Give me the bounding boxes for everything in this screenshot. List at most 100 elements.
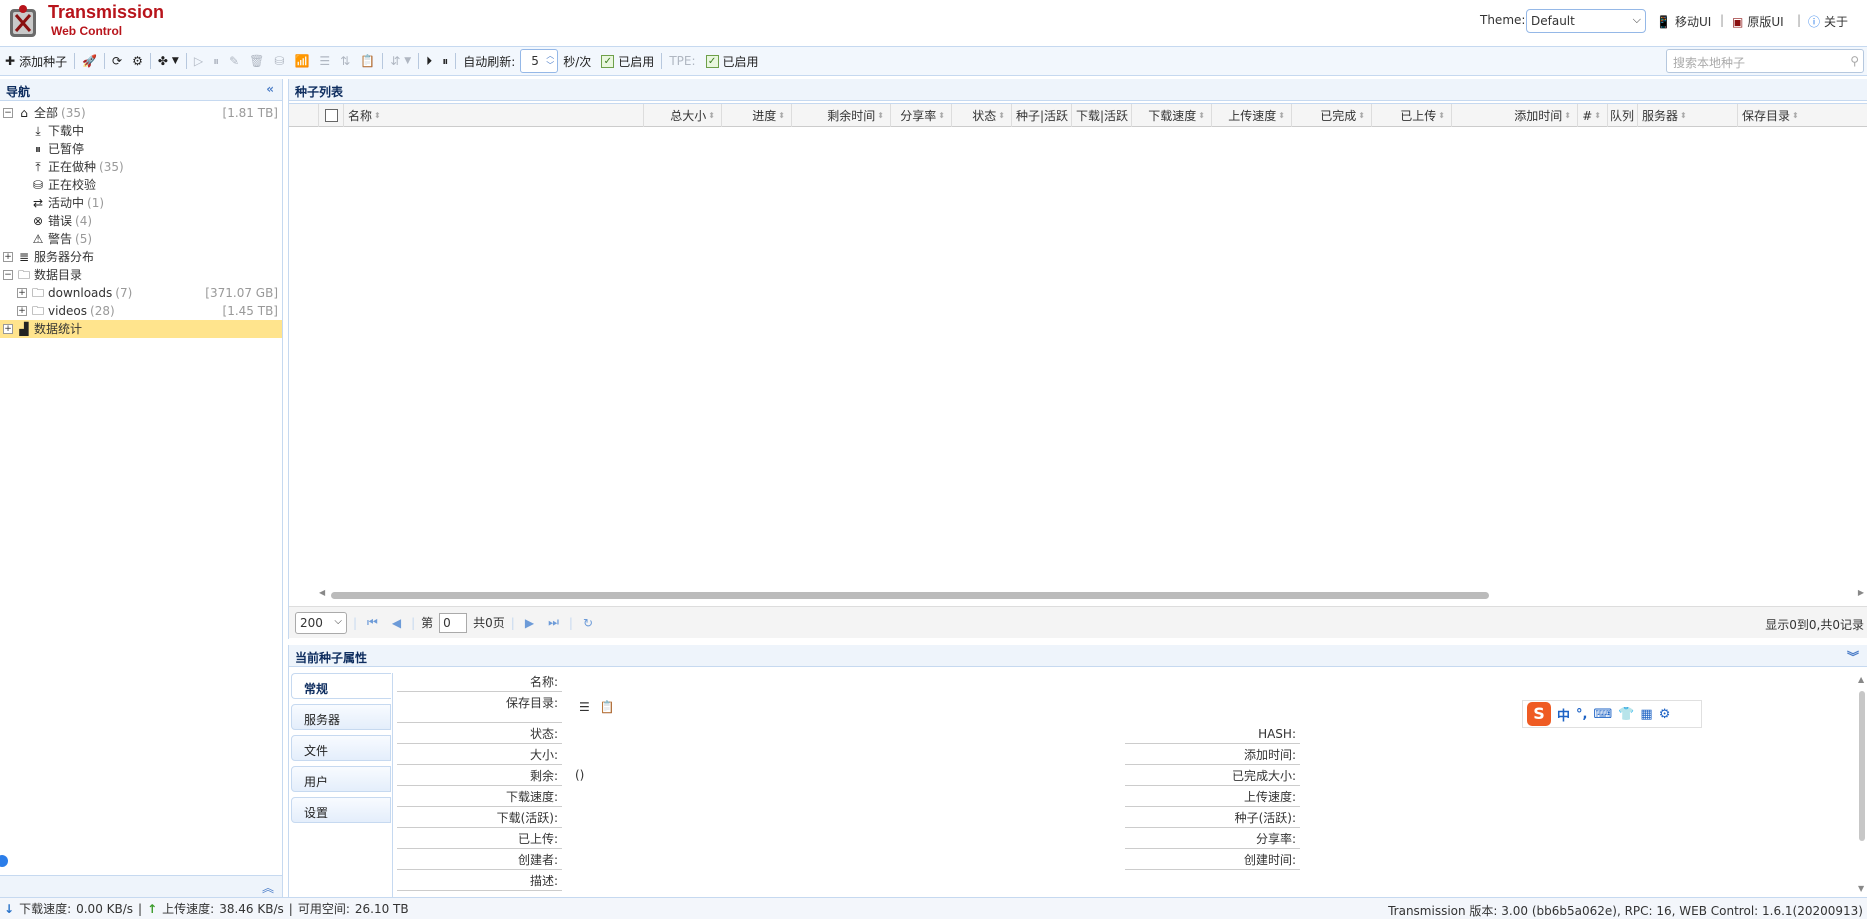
column-status[interactable]: 状态 ⬍ xyxy=(952,104,1012,127)
tab-files[interactable]: 文件 xyxy=(291,735,391,761)
navigation-panel: 导航 « − ⌂ 全部 (35) [1.81 TB] ⤓ 下载中 ⏸ 已暂停 ⤒… xyxy=(0,79,283,897)
select-all-checkbox[interactable] xyxy=(319,104,344,127)
collapse-toggle-icon[interactable]: − xyxy=(3,108,13,118)
nav-item-videos-dir[interactable]: + 🗀 videos (28) [1.45 TB] xyxy=(0,302,282,320)
collapse-toggle-icon[interactable]: − xyxy=(3,270,13,280)
column-queue[interactable]: 队列 xyxy=(1608,104,1638,127)
start-all-button[interactable]: 🚀 xyxy=(77,49,102,73)
start-button[interactable]: ▷ xyxy=(189,49,208,73)
nav-item-statistics[interactable]: + ▟ 数据统计 xyxy=(0,320,282,338)
keyboard-icon[interactable]: ⌨ xyxy=(1593,707,1612,722)
column-remaining-time[interactable]: 剩余时间 ⬍ xyxy=(792,104,891,127)
grid-icon[interactable]: ▦ xyxy=(1640,707,1652,722)
about-link[interactable]: ⓘ 关于 xyxy=(1808,13,1848,30)
horizontal-scrollbar[interactable]: ◀ ▶ xyxy=(319,588,1864,599)
nav-item-error[interactable]: ⊗ 错误 (4) xyxy=(0,212,282,230)
settings-button[interactable]: ⚙ xyxy=(127,49,148,73)
auto-refresh-toggle[interactable]: ✓ 已启用 xyxy=(596,49,659,73)
tab-settings[interactable]: 设置 xyxy=(291,797,391,823)
tpe-toggle[interactable]: ✓ 已启用 xyxy=(701,49,764,73)
skin-icon[interactable]: 👕 xyxy=(1618,707,1634,722)
ime-chinese-mode[interactable]: 中 xyxy=(1557,705,1570,724)
reannounce-button[interactable]: 📶 xyxy=(289,49,314,73)
properties-scrollbar[interactable]: ▲ ▼ xyxy=(1857,675,1867,893)
ime-punctuation-icon[interactable]: °, xyxy=(1576,707,1587,722)
field-added-time: 添加时间: xyxy=(1125,745,1300,765)
nav-item-checking[interactable]: ⛁ 正在校验 xyxy=(0,176,282,194)
scroll-left-icon[interactable]: ◀ xyxy=(319,588,325,597)
column-progress[interactable]: 进度 ⬍ xyxy=(722,104,792,127)
start-all-play-button[interactable]: ⏵ xyxy=(421,49,437,73)
first-page-icon[interactable]: ⏮ xyxy=(363,615,382,630)
theme-select[interactable]: Default ⌵ xyxy=(1526,9,1646,33)
column-name[interactable]: 名称 ⬍ xyxy=(344,104,644,127)
column-seeds-active[interactable]: 种子|活跃 xyxy=(1012,104,1072,127)
verify-button[interactable]: ⛁ xyxy=(269,49,289,73)
column-uploaded[interactable]: 已上传 ⬍ xyxy=(1372,104,1452,127)
expand-toggle-icon[interactable]: + xyxy=(3,324,13,334)
scroll-right-icon[interactable]: ▶ xyxy=(1858,588,1864,597)
nav-item-data-dirs[interactable]: − 🗀 数据目录 xyxy=(0,266,282,284)
refresh-button[interactable]: ⟳ xyxy=(107,49,127,73)
column-added-time[interactable]: 添加时间 ⬍ xyxy=(1452,104,1578,127)
folder-list-icon[interactable]: ☰ xyxy=(579,700,590,714)
prev-page-icon[interactable]: ◀ xyxy=(388,616,405,630)
scroll-up-icon[interactable]: ▲ xyxy=(1858,675,1864,684)
scrollbar-thumb[interactable] xyxy=(1859,691,1865,841)
expand-toggle-icon[interactable]: + xyxy=(17,288,27,298)
column-upload-speed[interactable]: 上传速度 ⬍ xyxy=(1212,104,1292,127)
column-index[interactable]: # ⬍ xyxy=(1578,104,1608,127)
column-download-speed[interactable]: 下载速度 ⬍ xyxy=(1132,104,1212,127)
nav-item-servers[interactable]: + ≣ 服务器分布 xyxy=(0,248,282,266)
clipboard-icon[interactable]: 📋 xyxy=(600,700,615,714)
last-page-icon[interactable]: ⏭ xyxy=(544,615,563,630)
column-total-size[interactable]: 总大小 ⬍ xyxy=(644,104,722,127)
pause-all-button[interactable]: ⏸ xyxy=(437,49,453,73)
nav-item-all[interactable]: − ⌂ 全部 (35) [1.81 TB] xyxy=(0,104,282,122)
column-server[interactable]: 服务器 ⬍ xyxy=(1638,104,1738,127)
tab-general[interactable]: 常规 xyxy=(291,673,391,699)
nav-item-warning[interactable]: ⚠ 警告 (5) xyxy=(0,230,282,248)
ime-settings-icon[interactable]: ⚙ xyxy=(1659,707,1671,722)
refresh-interval-stepper[interactable]: 5 ︿ ﹀ xyxy=(520,49,559,73)
ime-toolbar[interactable]: S 中 °, ⌨ 👕 ▦ ⚙ xyxy=(1522,700,1702,728)
column-ratio[interactable]: 分享率 ⬍ xyxy=(891,104,952,127)
nav-item-active[interactable]: ⇄ 活动中 (1) xyxy=(0,194,282,212)
nav-item-seeding[interactable]: ⤒ 正在做种 (35) xyxy=(0,158,282,176)
sogou-logo-icon[interactable]: S xyxy=(1527,702,1551,726)
column-completed[interactable]: 已完成 ⬍ xyxy=(1292,104,1372,127)
copy-button[interactable]: 📋 xyxy=(355,49,380,73)
change-dir-button[interactable]: ☰ xyxy=(314,49,335,73)
sort-button[interactable]: ⇵ ▼ xyxy=(385,49,416,73)
nav-item-downloads-dir[interactable]: + 🗀 downloads (7) [371.07 GB] xyxy=(0,284,282,302)
page-size-select[interactable]: 200 ⌵ xyxy=(295,611,347,634)
collapse-down-icon[interactable]: ︾ xyxy=(1847,648,1859,665)
tab-servers[interactable]: 服务器 xyxy=(291,704,391,730)
expand-toggle-icon[interactable]: + xyxy=(17,306,27,316)
nav-title: 导航 xyxy=(6,85,31,99)
remove-button[interactable]: 🗑 xyxy=(244,49,269,73)
pause-button[interactable]: ⏸ xyxy=(208,49,224,73)
column-label: 下载速度 xyxy=(1148,109,1197,123)
next-page-icon[interactable]: ▶ xyxy=(521,616,538,630)
scrollbar-thumb[interactable] xyxy=(331,592,1489,599)
nav-item-downloading[interactable]: ⤓ 下载中 xyxy=(0,122,282,140)
rename-button[interactable]: ✎ xyxy=(224,49,244,73)
stepper-arrows-icon[interactable]: ︿ ﹀ xyxy=(546,51,554,71)
tab-peers[interactable]: 用户 xyxy=(291,766,391,792)
reload-icon[interactable]: ↻ xyxy=(579,616,597,630)
nav-item-paused[interactable]: ⏸ 已暂停 xyxy=(0,140,282,158)
queue-button[interactable]: ⇅ xyxy=(335,49,355,73)
collapse-left-icon[interactable]: « xyxy=(266,82,274,96)
search-input[interactable]: 搜索本地种子 ⚲ xyxy=(1666,49,1864,73)
page-number-input[interactable]: 0 xyxy=(439,612,468,633)
original-ui-link[interactable]: ▣ 原版UI xyxy=(1732,13,1784,30)
column-save-dir[interactable]: 保存目录 ⬍ xyxy=(1738,104,1838,127)
column-downloads-active[interactable]: 下载|活跃 xyxy=(1072,104,1132,127)
mobile-ui-link[interactable]: 📱 移动UI xyxy=(1656,13,1711,30)
expand-toggle-icon[interactable]: + xyxy=(3,252,13,262)
collapse-up-icon[interactable]: ︽ xyxy=(262,879,274,896)
scroll-down-icon[interactable]: ▼ xyxy=(1858,884,1864,893)
add-torrent-button[interactable]: ✚ 添加种子 xyxy=(0,49,72,73)
plugins-button[interactable]: ✤ ▼ xyxy=(153,49,184,73)
